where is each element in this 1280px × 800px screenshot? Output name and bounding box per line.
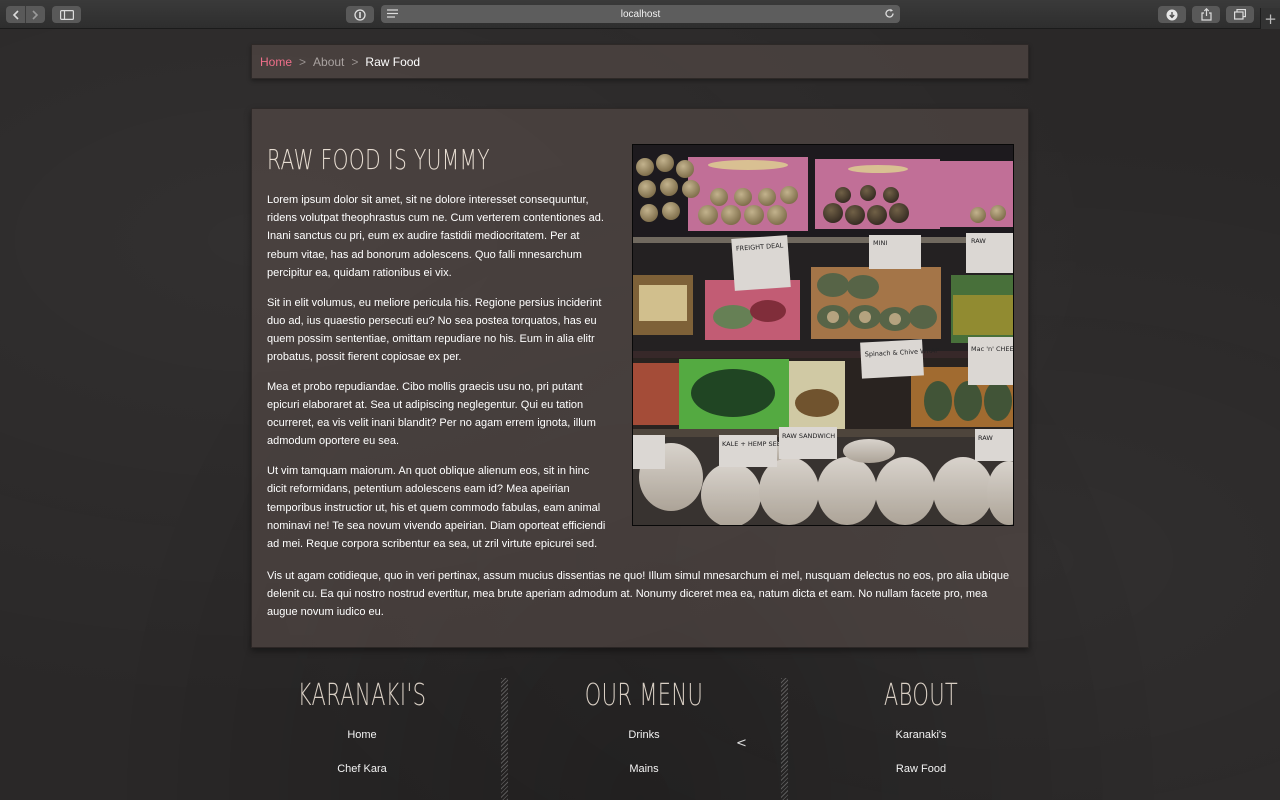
new-tab-button[interactable]: + [1260, 8, 1280, 29]
article-paragraph: Sit in elit volumus, eu meliore pericula… [267, 296, 602, 364]
breadcrumb-about-link[interactable]: About [313, 55, 344, 69]
forward-button[interactable] [25, 6, 44, 23]
footer-column-about: ABOUT Karanaki's Raw Food [806, 670, 1036, 800]
footer-link-home[interactable]: Home [251, 727, 473, 761]
footer-divider [501, 678, 508, 800]
footer-divider [781, 678, 788, 800]
article-panel: RAW FOOD IS YUMMY Lorem ipsum dolor sit … [251, 108, 1029, 648]
food-display-photo: FREIGHT DEAL MINI RAW Spinach & Chive WR… [632, 144, 1014, 526]
footer-link-karanakis[interactable]: Karanaki's [806, 727, 1036, 761]
downloads-button[interactable] [1158, 6, 1186, 23]
footer-link-raw-food[interactable]: Raw Food [806, 761, 1036, 795]
footer-link-mains[interactable]: Mains [523, 761, 765, 795]
chevron-left-icon[interactable]: < [736, 736, 747, 751]
article-paragraph: Lorem ipsum dolor sit amet, sit ne dolor… [267, 194, 604, 279]
browser-toolbar: localhost + [0, 0, 1280, 29]
article-paragraph: Mea et probo repudiandae. Cibo mollis gr… [267, 380, 596, 448]
nav-buttons [6, 6, 45, 23]
privacy-shield-icon [354, 8, 366, 21]
article-closing-paragraph: Vis ut agam cotidieque, quo in veri pert… [267, 570, 1010, 619]
share-button[interactable] [1192, 6, 1220, 23]
share-icon [1200, 8, 1212, 21]
footer-heading: ABOUT [883, 678, 959, 713]
privacy-button[interactable] [346, 6, 374, 23]
breadcrumb-separator: > [351, 54, 359, 69]
footer-column-menu: OUR MENU Drinks Mains [523, 670, 765, 800]
footer-links: Drinks Mains [523, 727, 765, 794]
url-text: localhost [620, 8, 661, 20]
site-footer: KARANAKI'S Home Chef Kara OUR MENU Drink… [251, 670, 1029, 800]
footer-links: Karanaki's Raw Food [806, 727, 1036, 794]
sidebar-toggle-button[interactable] [52, 6, 81, 23]
tabs-overview-button[interactable] [1226, 6, 1254, 23]
plus-icon: + [1264, 9, 1277, 28]
footer-link-chef-kara[interactable]: Chef Kara [251, 761, 473, 795]
reader-icon[interactable] [387, 9, 398, 18]
address-bar[interactable]: localhost [381, 5, 900, 23]
food-display-illustration: FREIGHT DEAL MINI RAW Spinach & Chive WR… [633, 145, 1013, 525]
footer-link-drinks[interactable]: Drinks [523, 727, 765, 761]
tabs-icon [1234, 9, 1246, 20]
chevron-right-icon [32, 9, 39, 20]
reload-icon[interactable] [884, 8, 895, 19]
footer-links: Home Chef Kara [251, 727, 473, 794]
article-paragraph: Ut vim tamquam maiorum. An quot oblique … [267, 465, 606, 550]
page-title: RAW FOOD IS YUMMY [267, 143, 490, 176]
back-button[interactable] [6, 6, 25, 23]
chevron-left-icon [12, 9, 19, 20]
download-icon [1166, 9, 1178, 20]
footer-column-karanakis: KARANAKI'S Home Chef Kara [251, 670, 473, 800]
footer-heading: OUR MENU [584, 678, 704, 713]
breadcrumb-separator: > [299, 54, 307, 69]
article-text-column: Lorem ipsum dolor sit amet, sit ne dolor… [267, 191, 607, 565]
breadcrumb-current: Raw Food [365, 54, 421, 69]
breadcrumb-home-link[interactable]: Home [260, 55, 292, 69]
sidebar-icon [59, 9, 74, 20]
footer-heading: KARANAKI'S [297, 678, 427, 713]
breadcrumb: Home > About > Raw Food [251, 44, 1029, 79]
